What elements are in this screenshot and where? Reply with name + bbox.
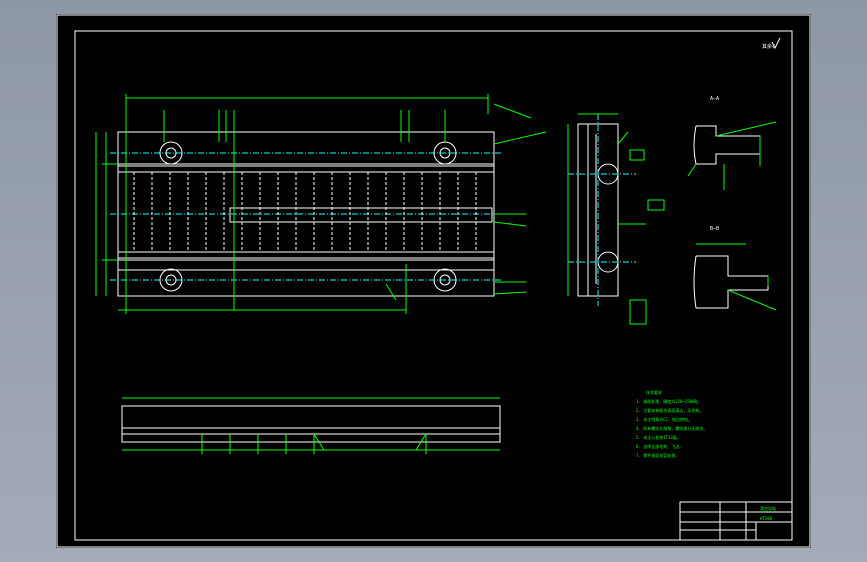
front-elevation [121, 397, 501, 454]
tech-req-4: 4. 所有螺纹孔倒角，螺纹部分无损伤。 [636, 425, 707, 431]
tech-req-2: 2. 主要安装配合表面清洁，无毛刺。 [636, 407, 703, 413]
title-block-drawing-name: 滑台导轨 [760, 505, 776, 511]
svg-text:B—B: B—B [710, 226, 719, 232]
tech-req-7: 7. 零件表面发蓝处理。 [636, 452, 679, 458]
detail-b: B—B [693, 226, 777, 311]
svg-text:A—A: A—A [710, 96, 719, 102]
tech-req-6: 6. 去除全部毛刺、飞边。 [636, 443, 683, 449]
detail-a: A—A [687, 96, 777, 190]
tech-requirements: 技术要求 1. 调质处理，硬度为220~250HB。 2. 主要安装配合表面清洁… [636, 389, 707, 458]
cad-drawing: 其余√ A—A B—B 技术要求 1. 调质处理，硬度为220~250HB。 2… [56, 14, 811, 548]
side-view [567, 113, 665, 325]
title-block-material: HT200 [760, 516, 773, 521]
cad-viewport: 其余√ A—A B—B 技术要求 1. 调质处理，硬度为220~250HB。 2… [0, 0, 867, 562]
drawing-sheet: 其余√ A—A B—B 技术要求 1. 调质处理，硬度为220~250HB。 2… [56, 14, 811, 548]
tech-req-1: 1. 调质处理，硬度为220~250HB。 [636, 398, 701, 404]
inner-border [74, 30, 793, 541]
plan-view [95, 94, 547, 314]
outer-border [56, 14, 811, 548]
title-block: 滑台导轨 HT200 [679, 501, 793, 541]
tech-req-5: 5. 未注公差按IT12级。 [636, 434, 681, 440]
tech-requirements-title: 技术要求 [646, 389, 662, 395]
tech-req-3: 3. 未注倒角为C1，锐边倒钝。 [636, 416, 692, 422]
